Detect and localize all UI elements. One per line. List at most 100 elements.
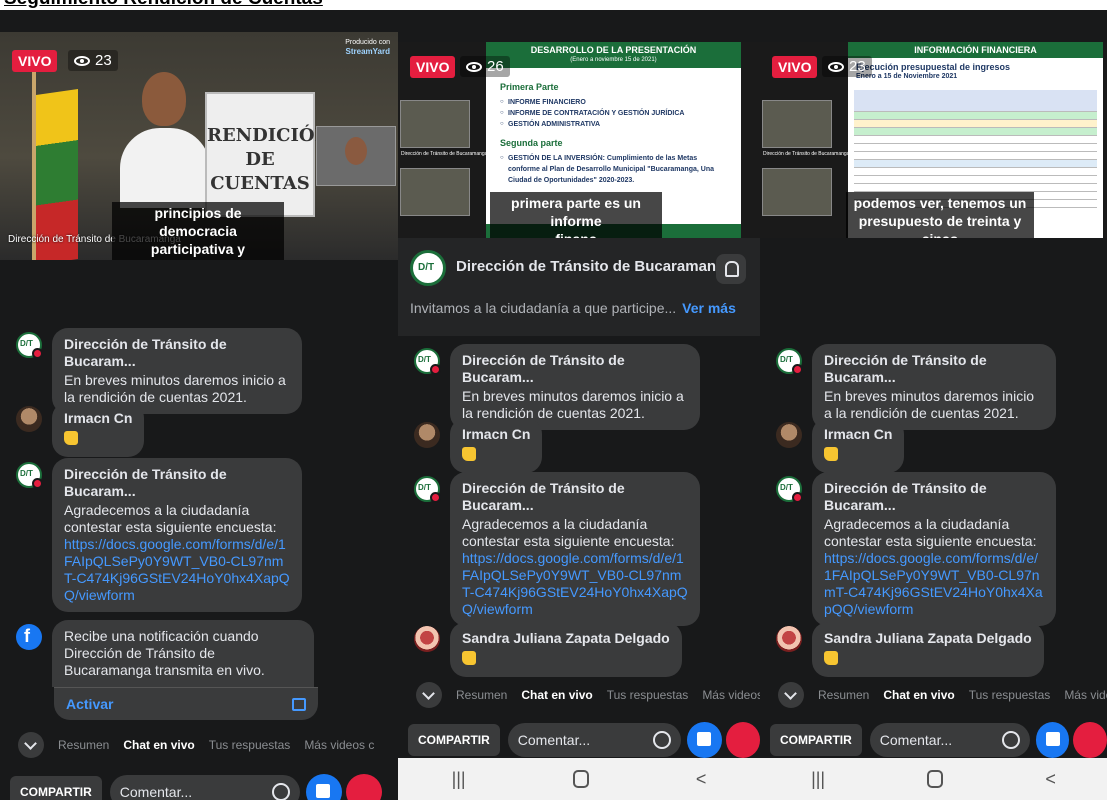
thumbs-up-icon: [462, 447, 476, 461]
survey-link[interactable]: https://docs.google.com/forms/d/e/1FAIpQ…: [462, 550, 688, 618]
viewer-count: 23: [822, 56, 872, 77]
viewer-count: 26: [460, 56, 510, 77]
caption: podemos ver, tenemos un presupuesto de tr…: [846, 192, 1034, 238]
live-dot-icon: [792, 492, 803, 503]
chat-message[interactable]: Dirección de Tránsito de Bucaram...Agrad…: [16, 458, 302, 612]
user-avatar: [16, 406, 42, 432]
chevron-down-icon[interactable]: [778, 682, 804, 708]
page-logo[interactable]: [410, 250, 446, 286]
chat-message[interactable]: Dirección de Tránsito de Bucaram...Agrad…: [414, 472, 700, 626]
user-avatar: [776, 626, 802, 652]
bottom-bar: COMPARTIR Comentar...: [398, 720, 760, 760]
live-video[interactable]: Dirección de Tránsito de Bucaramanga INF…: [760, 42, 1107, 238]
survey-link[interactable]: https://docs.google.com/forms/d/e/1FAIpQ…: [64, 536, 290, 604]
chat-message[interactable]: Sandra Juliana Zapata Delgado: [414, 622, 682, 677]
emoji-icon[interactable]: [653, 731, 672, 749]
tab-chat[interactable]: Chat en vivo: [883, 688, 954, 702]
tab-respuestas[interactable]: Tus respuestas: [607, 688, 689, 702]
tab-resumen[interactable]: Resumen: [456, 688, 507, 702]
emoji-icon[interactable]: [271, 783, 290, 800]
page-header: Dirección de Tránsito de Bucaraman... In…: [398, 238, 760, 336]
ver-mas-link[interactable]: Ver más: [682, 300, 736, 316]
recents-button[interactable]: |||: [452, 769, 466, 790]
tab-resumen[interactable]: Resumen: [58, 738, 109, 752]
screenshot-panel-2: Dirección de Tránsito de Bucaramanga DES…: [398, 10, 760, 800]
back-button[interactable]: <: [1045, 769, 1056, 790]
live-dot-icon: [792, 364, 803, 375]
recents-button[interactable]: |||: [811, 769, 825, 790]
like-button[interactable]: [687, 722, 722, 758]
chat-message[interactable]: Dirección de Tránsito de Bucaram...Agrad…: [776, 472, 1056, 626]
facebook-icon: [16, 624, 42, 650]
eye-icon: [74, 55, 90, 66]
tab-mas-videos[interactable]: Más videos c: [702, 688, 760, 702]
bell-icon[interactable]: [716, 254, 746, 284]
chat-message[interactable]: Sandra Juliana Zapata Delgado: [776, 622, 1044, 677]
caption: primera parte es un informefinanc: [490, 192, 662, 238]
live-badge: VIVO: [12, 50, 58, 72]
activar-button[interactable]: Activar: [54, 687, 318, 720]
page-avatar: [776, 348, 803, 375]
share-button[interactable]: COMPARTIR: [770, 724, 862, 756]
live-video[interactable]: Dirección de Tránsito de Bucaramanga DES…: [398, 42, 760, 238]
page-avatar: [16, 462, 43, 489]
chat-message[interactable]: Irmacn Cn: [414, 418, 543, 473]
tab-mas-videos[interactable]: Más videos c: [304, 738, 374, 752]
live-video[interactable]: RENDICIÓN DE CUENTAS VIVO 23 Producido c…: [0, 32, 398, 260]
page-avatar: [16, 332, 43, 359]
emoji-icon[interactable]: [1001, 731, 1020, 749]
notification-prompt: Recibe una notificación cuando Dirección…: [16, 620, 318, 720]
user-avatar: [414, 626, 440, 652]
love-button[interactable]: [725, 722, 760, 758]
page-avatar: [776, 476, 803, 503]
love-button[interactable]: [1073, 722, 1107, 758]
live-badge: VIVO: [410, 56, 456, 78]
tab-resumen[interactable]: Resumen: [818, 688, 869, 702]
bottom-bar: COMPARTIR Comentar...: [0, 772, 398, 800]
android-nav-bar: ||| <: [398, 758, 760, 800]
tab-respuestas[interactable]: Tus respuestas: [969, 688, 1051, 702]
streamyard-logo: Producido con StreamYard: [345, 39, 390, 56]
chevron-down-icon[interactable]: [18, 732, 44, 758]
chevron-down-icon[interactable]: [416, 682, 442, 708]
screenshot-panel-1: RENDICIÓN DE CUENTAS VIVO 23 Producido c…: [0, 10, 398, 800]
viewer-count: 23: [68, 50, 118, 71]
tab-chat[interactable]: Chat en vivo: [521, 688, 592, 702]
survey-link[interactable]: https://docs.google.com/forms/d/e/1FAIpQ…: [824, 550, 1044, 618]
live-dot-icon: [32, 348, 43, 359]
tabs-bar: Resumen Chat en vivo Tus respuestas Más …: [760, 680, 1107, 710]
tab-respuestas[interactable]: Tus respuestas: [209, 738, 291, 752]
thumbs-up-icon: [462, 651, 476, 665]
comment-input[interactable]: Comentar...: [869, 723, 1030, 757]
screenshot-panel-3: Dirección de Tránsito de Bucaramanga INF…: [760, 10, 1107, 800]
home-button[interactable]: [572, 770, 589, 788]
interpreter-video: [316, 126, 396, 186]
eye-icon: [466, 61, 482, 72]
page-description: Invitamos a la ciudadanía a que particip…: [410, 300, 736, 316]
share-button[interactable]: COMPARTIR: [10, 776, 102, 800]
thumbs-up-icon: [824, 447, 838, 461]
chat-message[interactable]: Irmacn Cn: [16, 402, 145, 457]
live-dot-icon: [430, 492, 441, 503]
comment-input[interactable]: Comentar...: [109, 775, 300, 800]
share-button[interactable]: COMPARTIR: [408, 724, 500, 756]
eye-icon: [828, 61, 844, 72]
tab-mas-videos[interactable]: Más videos: [1064, 688, 1107, 702]
side-videos: Dirección de Tránsito de Bucaramanga: [398, 80, 487, 238]
thumbs-up-icon: [824, 651, 838, 665]
love-button[interactable]: [345, 774, 382, 800]
user-avatar: [776, 422, 802, 448]
back-button[interactable]: <: [696, 769, 707, 790]
thumbs-up-icon: [64, 431, 78, 445]
caption: principios de democracia participativa y: [112, 202, 284, 260]
page-name[interactable]: Dirección de Tránsito de Bucaraman...: [456, 258, 729, 275]
comment-input[interactable]: Comentar...: [507, 723, 682, 757]
like-button[interactable]: [305, 774, 342, 800]
like-button[interactable]: [1035, 722, 1070, 758]
calendar-icon: [292, 697, 306, 711]
user-avatar: [414, 422, 440, 448]
page-avatar: [414, 476, 441, 503]
home-button[interactable]: [927, 770, 944, 788]
chat-message[interactable]: Irmacn Cn: [776, 418, 905, 473]
tab-chat[interactable]: Chat en vivo: [123, 738, 194, 752]
